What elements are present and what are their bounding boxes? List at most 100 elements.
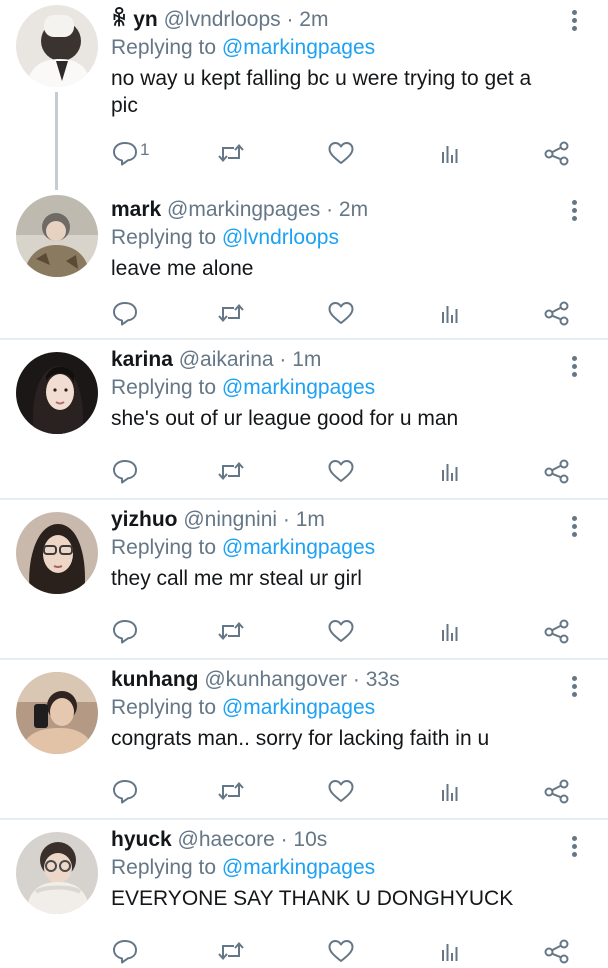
- like-icon: [326, 778, 356, 804]
- avatar[interactable]: [16, 352, 98, 434]
- more-icon[interactable]: [566, 200, 582, 224]
- reply-icon: [110, 458, 140, 484]
- like-button[interactable]: [322, 614, 362, 648]
- more-icon[interactable]: [566, 836, 582, 860]
- handle-time: @haecore · 10s: [177, 828, 328, 851]
- like-icon: [326, 300, 356, 326]
- tweet-karina[interactable]: karina @aikarina · 1m Replying to @marki…: [0, 340, 608, 500]
- tweet-hyuck[interactable]: hyuck @haecore · 10s Replying to @markin…: [0, 820, 608, 960]
- retweet-icon: [216, 458, 246, 484]
- retweet-icon: [216, 938, 246, 964]
- tweet-body: ꆜ yn @lvndrloops · 2m Replying to @marki…: [111, 6, 561, 119]
- analytics-icon: [434, 458, 464, 484]
- avatar[interactable]: [16, 195, 98, 277]
- tweet-text: congrats man.. sorry for lacking faith i…: [111, 727, 490, 750]
- replying-to-mention[interactable]: @markingpages: [222, 36, 375, 59]
- like-icon: [326, 618, 356, 644]
- retweet-button[interactable]: [212, 934, 252, 968]
- display-name[interactable]: yizhuo: [111, 508, 178, 531]
- tweet-kunhang[interactable]: kunhang @kunhangover · 33s Replying to @…: [0, 660, 608, 820]
- reply-button[interactable]: [106, 454, 146, 488]
- handle-time: @markingpages · 2m: [167, 198, 369, 221]
- share-button[interactable]: [538, 934, 578, 968]
- display-name[interactable]: karina: [111, 348, 173, 371]
- more-icon[interactable]: [566, 356, 582, 380]
- share-button[interactable]: [538, 136, 578, 170]
- like-button[interactable]: [322, 454, 362, 488]
- display-name[interactable]: ꆜ yn: [111, 8, 158, 31]
- replying-to-mention[interactable]: @markingpages: [222, 856, 375, 879]
- reply-button[interactable]: [106, 934, 146, 968]
- replying-prefix: Replying to: [111, 696, 217, 719]
- more-icon[interactable]: [566, 676, 582, 700]
- reply-icon: [110, 300, 140, 326]
- reply-icon: [110, 140, 140, 166]
- share-icon: [542, 300, 572, 326]
- analytics-button[interactable]: [430, 614, 470, 648]
- display-name[interactable]: mark: [111, 198, 161, 221]
- analytics-button[interactable]: [430, 296, 470, 330]
- reply-icon: [110, 778, 140, 804]
- replying-to-mention[interactable]: @lvndrloops: [222, 226, 339, 249]
- tweet-text: EVERYONE SAY THANK U DONGHYUCK: [111, 887, 514, 910]
- analytics-button[interactable]: [430, 774, 470, 808]
- like-icon: [326, 458, 356, 484]
- avatar[interactable]: [16, 832, 98, 914]
- handle-time: @lvndrloops · 2m: [163, 8, 329, 31]
- avatar[interactable]: [16, 672, 98, 754]
- tweet-yizhuo[interactable]: yizhuo @ningnini · 1m Replying to @marki…: [0, 500, 608, 660]
- like-icon: [326, 140, 356, 166]
- reply-icon: [110, 938, 140, 964]
- share-icon: [542, 140, 572, 166]
- share-button[interactable]: [538, 454, 578, 488]
- share-icon: [542, 618, 572, 644]
- reply-button[interactable]: [106, 296, 146, 330]
- tweet-body: kunhang @kunhangover · 33s Replying to @…: [111, 666, 561, 752]
- like-button[interactable]: [322, 774, 362, 808]
- tweet-header: ꆜ yn @lvndrloops · 2m: [111, 6, 561, 34]
- reply-button[interactable]: [106, 774, 146, 808]
- tweet-yn[interactable]: ꆜ yn @lvndrloops · 2m Replying to @marki…: [0, 0, 608, 190]
- avatar[interactable]: [16, 512, 98, 594]
- display-name[interactable]: kunhang: [111, 668, 199, 691]
- tweet-mark[interactable]: mark @markingpages · 2m Replying to @lvn…: [0, 190, 608, 340]
- analytics-icon: [434, 300, 464, 326]
- analytics-icon: [434, 778, 464, 804]
- tweet-text: leave me alone: [111, 257, 254, 280]
- retweet-button[interactable]: [212, 296, 252, 330]
- replying-to-mention[interactable]: @markingpages: [222, 696, 375, 719]
- analytics-button[interactable]: [430, 934, 470, 968]
- retweet-icon: [216, 300, 246, 326]
- replying-to-mention[interactable]: @markingpages: [222, 536, 375, 559]
- avatar[interactable]: [16, 5, 98, 87]
- analytics-button[interactable]: [430, 136, 470, 170]
- analytics-icon: [434, 140, 464, 166]
- share-button[interactable]: [538, 296, 578, 330]
- reply-button[interactable]: [106, 614, 146, 648]
- like-button[interactable]: [322, 296, 362, 330]
- display-name[interactable]: hyuck: [111, 828, 172, 851]
- retweet-button[interactable]: [212, 136, 252, 170]
- reply-button[interactable]: 1: [106, 136, 150, 170]
- retweet-button[interactable]: [212, 614, 252, 648]
- like-button[interactable]: [322, 934, 362, 968]
- tweet-header: karina @aikarina · 1m: [111, 346, 561, 374]
- reply-count: 1: [140, 140, 150, 159]
- tweet-body: karina @aikarina · 1m Replying to @marki…: [111, 346, 561, 432]
- like-icon: [326, 938, 356, 964]
- analytics-icon: [434, 938, 464, 964]
- reply-feed: ꆜ yn @lvndrloops · 2m Replying to @marki…: [0, 0, 608, 960]
- handle-time: @kunhangover · 33s: [204, 668, 400, 691]
- tweet-header: yizhuo @ningnini · 1m: [111, 506, 561, 534]
- more-icon[interactable]: [566, 10, 582, 34]
- retweet-button[interactable]: [212, 774, 252, 808]
- analytics-button[interactable]: [430, 454, 470, 488]
- share-button[interactable]: [538, 614, 578, 648]
- more-icon[interactable]: [566, 516, 582, 540]
- share-button[interactable]: [538, 774, 578, 808]
- replying-to-mention[interactable]: @markingpages: [222, 376, 375, 399]
- retweet-icon: [216, 140, 246, 166]
- replying-to: Replying to @markingpages: [111, 34, 561, 62]
- like-button[interactable]: [322, 136, 362, 170]
- retweet-button[interactable]: [212, 454, 252, 488]
